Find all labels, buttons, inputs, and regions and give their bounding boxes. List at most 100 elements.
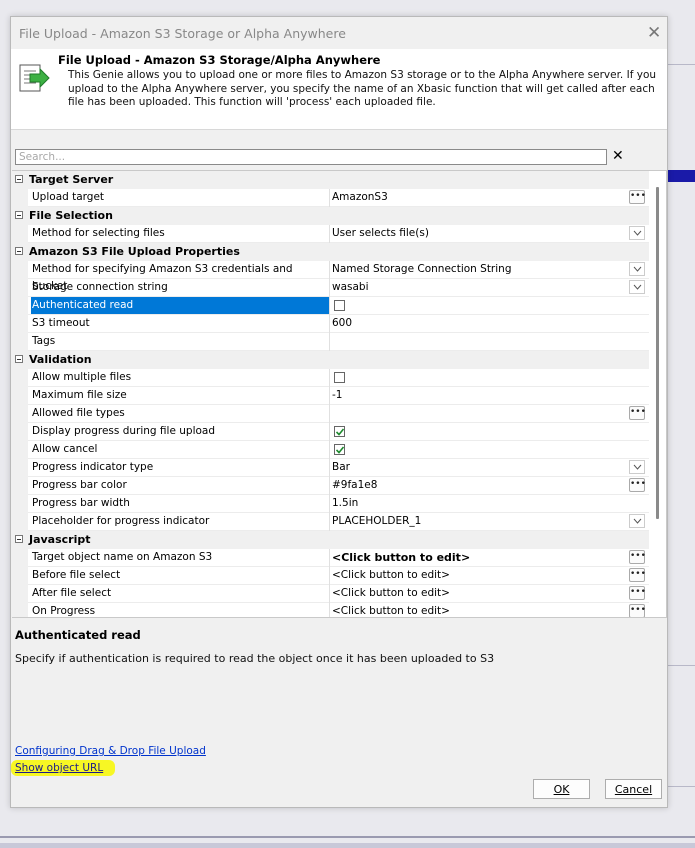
description-title: Authenticated read <box>15 628 141 642</box>
clear-search-icon[interactable]: ✕ <box>612 148 624 164</box>
prop-progress-type[interactable]: Progress indicator type Bar <box>12 459 649 477</box>
background-divider <box>0 836 695 838</box>
cancel-button[interactable]: Cancel <box>605 779 662 799</box>
ellipsis-button[interactable]: ••• <box>629 190 646 204</box>
display-progress-checkbox[interactable] <box>334 426 345 437</box>
category-label: Validation <box>29 353 92 366</box>
prop-max-size[interactable]: Maximum file size -1 <box>12 387 649 405</box>
search-input[interactable] <box>15 149 607 165</box>
dropdown-button[interactable] <box>629 460 645 474</box>
dropdown-button[interactable] <box>629 280 645 294</box>
prop-name: Method for selecting files <box>32 227 165 239</box>
ellipsis-button[interactable]: ••• <box>629 604 646 617</box>
prop-value[interactable]: Bar <box>332 459 350 476</box>
header-title: File Upload - Amazon S3 Storage/Alpha An… <box>58 53 381 67</box>
prop-placeholder[interactable]: Placeholder for progress indicator PLACE… <box>12 513 649 531</box>
prop-on-progress[interactable]: On Progress <Click button to edit> ••• <box>12 603 649 617</box>
authenticated-read-checkbox[interactable] <box>334 300 345 311</box>
prop-authenticated-read[interactable]: Authenticated read <box>12 297 649 315</box>
title-bar[interactable]: File Upload - Amazon S3 Storage or Alpha… <box>11 17 667 49</box>
prop-after-select[interactable]: After file select <Click button to edit>… <box>12 585 649 603</box>
prop-allow-cancel[interactable]: Allow cancel <box>12 441 649 459</box>
prop-value[interactable]: Named Storage Connection String <box>332 261 511 278</box>
prop-name: After file select <box>32 587 112 599</box>
document-arrow-icon <box>19 64 50 92</box>
prop-allowed-types[interactable]: Allowed file types ••• <box>12 405 649 423</box>
collapse-icon[interactable] <box>15 535 23 543</box>
collapse-icon[interactable] <box>15 175 23 183</box>
category-label: File Selection <box>29 209 113 222</box>
prop-value[interactable]: User selects file(s) <box>332 225 429 242</box>
prop-name: Maximum file size <box>32 389 127 401</box>
prop-target-object-name[interactable]: Target object name on Amazon S3 <Click b… <box>12 549 649 567</box>
allow-cancel-checkbox[interactable] <box>334 444 345 455</box>
dropdown-button[interactable] <box>629 226 645 240</box>
prop-name: S3 timeout <box>32 317 90 329</box>
prop-upload-target[interactable]: Upload target AmazonS3 ••• <box>12 189 649 207</box>
prop-value[interactable]: wasabi <box>332 279 369 296</box>
prop-name: Progress indicator type <box>32 461 154 473</box>
dropdown-button[interactable] <box>629 514 645 528</box>
description-text: Specify if authentication is required to… <box>15 652 495 665</box>
prop-value[interactable]: <Click button to edit> <box>332 549 470 566</box>
category-file-selection[interactable]: File Selection <box>12 207 649 225</box>
category-label: Javascript <box>29 533 91 546</box>
dropdown-button[interactable] <box>629 262 645 276</box>
prop-progress-color[interactable]: Progress bar color #9fa1e8 ••• <box>12 477 649 495</box>
prop-name: Authenticated read <box>31 297 329 314</box>
prop-allow-multiple[interactable]: Allow multiple files <box>12 369 649 387</box>
prop-value[interactable]: 1.5in <box>332 495 358 512</box>
ok-button[interactable]: OK <box>533 779 590 799</box>
allow-multiple-checkbox[interactable] <box>334 372 345 383</box>
scrollbar-thumb[interactable] <box>656 187 659 519</box>
close-icon[interactable]: ✕ <box>647 23 661 43</box>
prop-value[interactable]: -1 <box>332 387 342 404</box>
ellipsis-button[interactable]: ••• <box>629 550 646 564</box>
prop-value[interactable]: <Click button to edit> <box>332 603 450 617</box>
prop-before-select[interactable]: Before file select <Click button to edit… <box>12 567 649 585</box>
collapse-icon[interactable] <box>15 247 23 255</box>
category-javascript[interactable]: Javascript <box>12 531 649 549</box>
prop-display-progress[interactable]: Display progress during file upload <box>12 423 649 441</box>
ellipsis-button[interactable]: ••• <box>629 586 646 600</box>
chevron-down-icon <box>633 464 642 470</box>
prop-name: On Progress <box>32 605 96 617</box>
prop-name: Progress bar width <box>32 497 130 509</box>
collapse-icon[interactable] <box>15 355 23 363</box>
show-object-url-link[interactable]: Show object URL <box>15 762 103 774</box>
prop-value[interactable]: #9fa1e8 <box>332 477 377 494</box>
prop-name: Allowed file types <box>32 407 125 419</box>
background-divider <box>668 665 695 666</box>
collapse-icon[interactable] <box>15 211 23 219</box>
ellipsis-button[interactable]: ••• <box>629 406 646 420</box>
header-description: This Genie allows you to upload one or m… <box>68 69 657 108</box>
prop-name: Allow multiple files <box>32 371 132 383</box>
vertical-scrollbar[interactable] <box>651 171 666 617</box>
prop-method-credentials[interactable]: Method for specifying Amazon S3 credenti… <box>12 261 649 292</box>
category-label: Amazon S3 File Upload Properties <box>29 245 240 258</box>
checkmark-icon <box>336 428 344 436</box>
category-target-server[interactable]: Target Server <box>12 171 649 189</box>
prop-storage-connection[interactable]: Storage connection string wasabi <box>12 279 649 297</box>
drag-drop-link[interactable]: Configuring Drag & Drop File Upload <box>15 745 206 757</box>
prop-value[interactable]: 600 <box>332 315 352 332</box>
chevron-down-icon <box>633 230 642 236</box>
ellipsis-button[interactable]: ••• <box>629 478 646 492</box>
ellipsis-button[interactable]: ••• <box>629 568 646 582</box>
prop-value[interactable]: <Click button to edit> <box>332 585 450 602</box>
background-divider <box>668 786 695 787</box>
prop-value[interactable]: AmazonS3 <box>332 189 388 206</box>
prop-method-selecting[interactable]: Method for selecting files User selects … <box>12 225 649 243</box>
category-label: Target Server <box>29 173 114 186</box>
checkmark-icon <box>336 446 344 454</box>
prop-tags[interactable]: Tags <box>12 333 649 351</box>
prop-name: Display progress during file upload <box>32 425 216 437</box>
prop-s3-timeout[interactable]: S3 timeout 600 <box>12 315 649 333</box>
prop-name: Method for specifying Amazon S3 credenti… <box>32 263 293 292</box>
prop-name: Upload target <box>32 191 105 203</box>
prop-value[interactable]: <Click button to edit> <box>332 567 450 584</box>
category-validation[interactable]: Validation <box>12 351 649 369</box>
prop-value[interactable]: PLACEHOLDER_1 <box>332 513 421 530</box>
prop-progress-width[interactable]: Progress bar width 1.5in <box>12 495 649 513</box>
category-s3-properties[interactable]: Amazon S3 File Upload Properties <box>12 243 649 261</box>
